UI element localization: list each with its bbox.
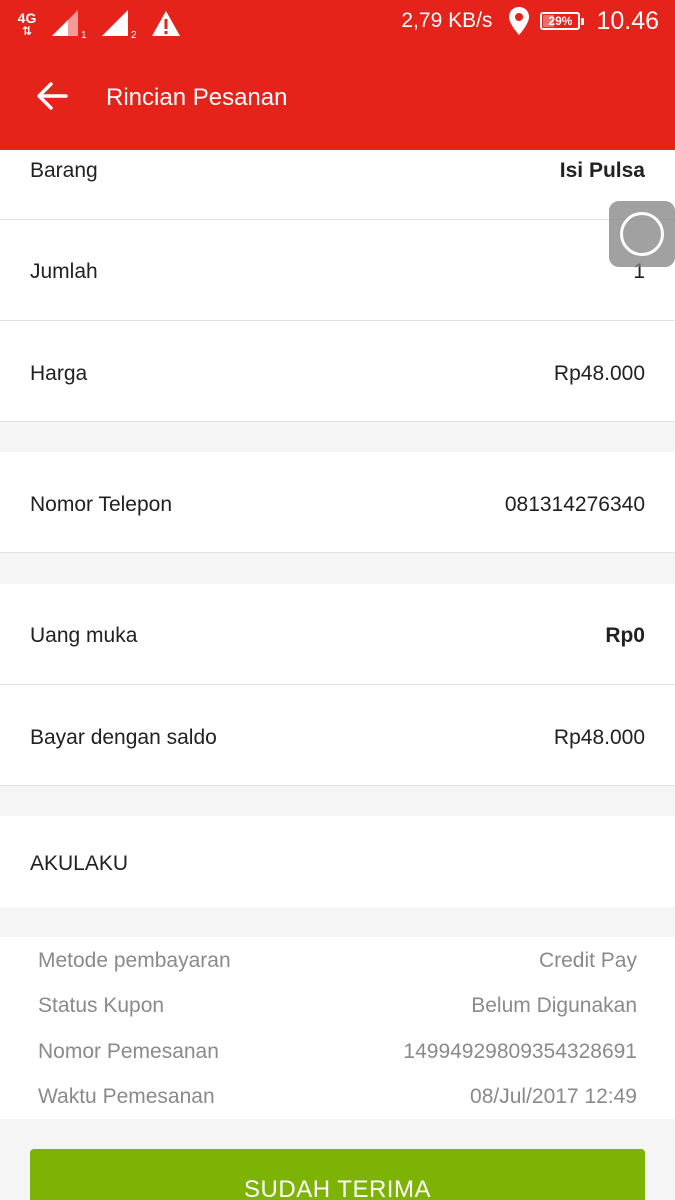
warning-icon [152, 11, 180, 36]
app-header: 4G ⇅ 1 2 2,79 KB/s 29% 10.46 Rincian Pes… [0, 0, 675, 150]
order-quantity-row: Jumlah 1 [0, 220, 675, 321]
order-time-value: 08/Jul/2017 12:49 [470, 1085, 637, 1108]
balance-payment-value: Rp48.000 [553, 726, 645, 749]
phone-value: 081314276340 [504, 493, 645, 516]
assistive-touch-icon [620, 212, 664, 256]
payment-method-value: Credit Pay [538, 949, 637, 972]
order-time-row: Waktu Pemesanan 08/Jul/2017 12:49 [0, 1085, 675, 1115]
down-payment-value: Rp0 [605, 624, 645, 647]
back-arrow-icon [37, 82, 68, 110]
price-value: Rp48.000 [553, 362, 645, 385]
page-title: Rincian Pesanan [106, 84, 288, 111]
item-label: Barang [30, 159, 98, 182]
battery-icon: 29% [540, 12, 585, 30]
data-arrows-icon: ⇅ [21, 24, 33, 38]
down-payment-label: Uang muka [30, 624, 138, 647]
assistive-touch-button[interactable] [609, 201, 675, 267]
location-pin-icon [509, 7, 530, 35]
back-button[interactable] [32, 76, 72, 116]
payment-method-row: Metode pembayaran Credit Pay [0, 949, 675, 979]
coupon-status-value: Belum Digunakan [471, 994, 637, 1017]
status-bar: 4G ⇅ 1 2 2,79 KB/s 29% 10.46 [0, 0, 675, 48]
signal-icon: 2 [102, 10, 137, 40]
balance-payment-label: Bayar dengan saldo [30, 726, 217, 749]
phone-label: Nomor Telepon [30, 493, 173, 516]
order-number-row: Nomor Pemesanan 14994929809354328691 [0, 1040, 675, 1070]
order-details: Metode pembayaran Credit Pay Status Kupo… [0, 937, 675, 1119]
confirm-received-button[interactable]: SUDAH TERIMA [30, 1149, 645, 1200]
order-number-label: Nomor Pemesanan [38, 1040, 219, 1063]
network-speed: 2,79 KB/s [401, 9, 493, 32]
network-type: 4G ⇅ [14, 11, 40, 37]
sim2-index: 2 [131, 30, 137, 40]
app-bar: Rincian Pesanan [0, 52, 675, 144]
balance-payment-row: Bayar dengan saldo Rp48.000 [0, 685, 675, 786]
battery-percent: 29% [548, 14, 573, 28]
seller-row: AKULAKU [0, 816, 675, 907]
price-label: Harga [30, 362, 88, 385]
payment-method-label: Metode pembayaran [38, 949, 231, 972]
item-value: Isi Pulsa [559, 159, 645, 182]
phone-row: Nomor Telepon 081314276340 [0, 452, 675, 553]
down-payment-row: Uang muka Rp0 [0, 584, 675, 685]
sim1-index: 1 [81, 30, 87, 40]
quantity-label: Jumlah [30, 260, 98, 283]
order-number-value: 14994929809354328691 [403, 1040, 637, 1063]
order-price-row: Harga Rp48.000 [0, 321, 675, 422]
order-item-row: Barang Isi Pulsa [0, 150, 675, 220]
coupon-status-label: Status Kupon [38, 994, 165, 1017]
signal-icon: 1 [52, 10, 87, 40]
coupon-status-row: Status Kupon Belum Digunakan [0, 994, 675, 1024]
clock: 10.46 [596, 6, 659, 35]
seller-name: AKULAKU [30, 852, 129, 875]
order-time-label: Waktu Pemesanan [38, 1085, 215, 1108]
